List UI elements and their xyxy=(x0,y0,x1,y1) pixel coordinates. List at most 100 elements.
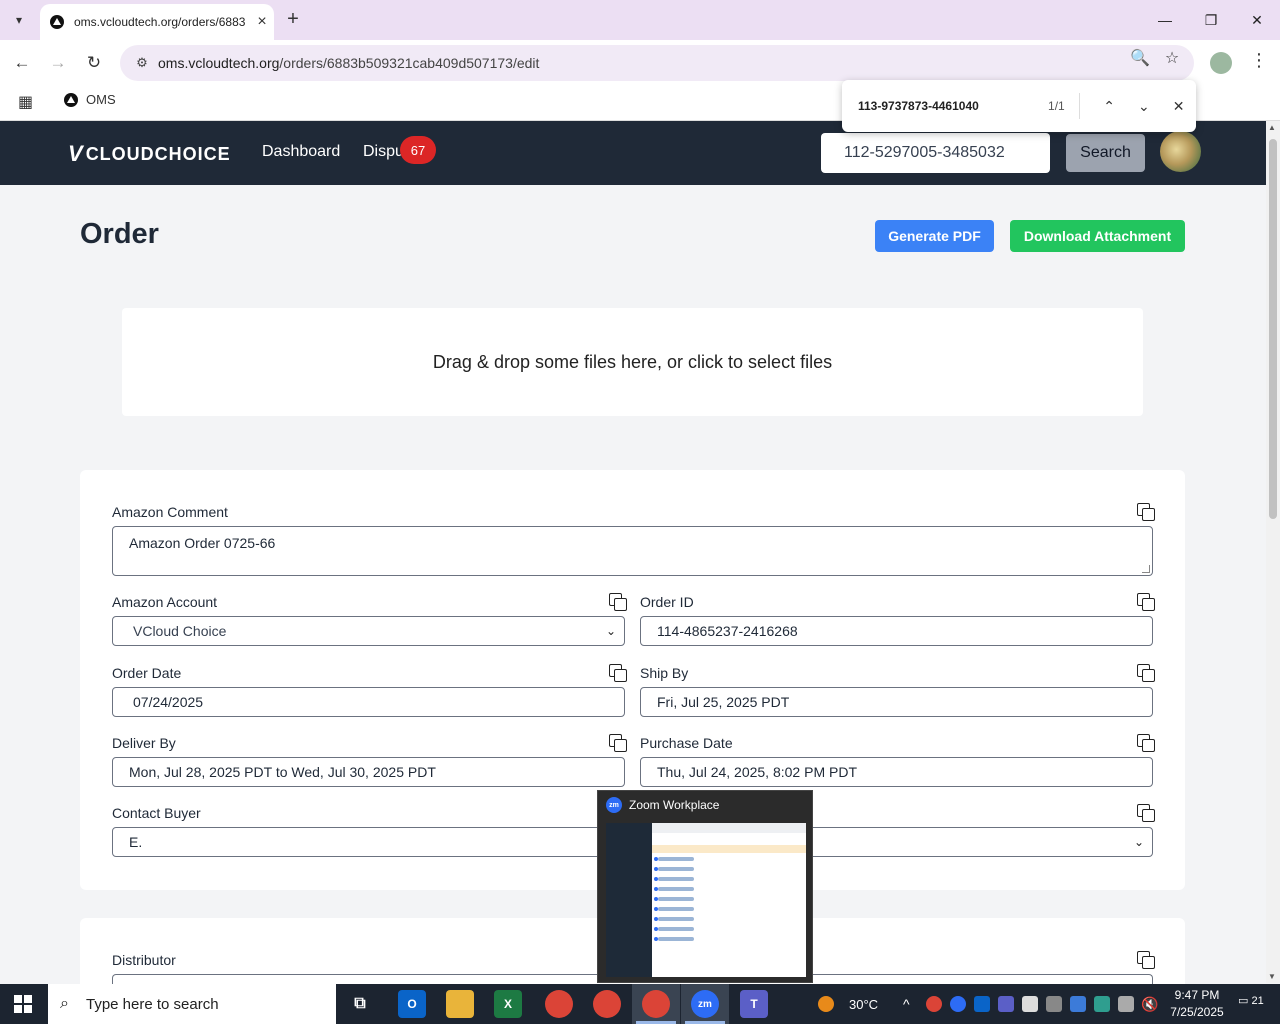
generate-pdf-button[interactable]: Generate PDF xyxy=(875,220,994,252)
find-bar: 113-9737873-4461040 1/1 ⌃ ⌄ ✕ xyxy=(842,80,1196,132)
cloudchoice-logo[interactable]: V CLOUDCHOICE xyxy=(68,141,231,167)
chrome-icon[interactable] xyxy=(642,990,670,1018)
tray-app-icon[interactable] xyxy=(1070,996,1086,1012)
thumb-row xyxy=(658,867,694,871)
copy-icon[interactable] xyxy=(1137,804,1155,822)
apps-grid-icon[interactable]: ▦ xyxy=(18,92,33,112)
url-text[interactable]: oms.vcloudtech.org/orders/6883b509321cab… xyxy=(158,55,539,71)
ship-by-field[interactable]: Fri, Jul 25, 2025 PDT xyxy=(640,687,1153,717)
bookmark-star-icon[interactable]: ☆ xyxy=(1160,46,1184,70)
address-bar[interactable]: ⚙ oms.vcloudtech.org/orders/6883b509321c… xyxy=(120,45,1194,81)
resize-grip-icon[interactable] xyxy=(1142,565,1150,573)
find-input[interactable]: 113-9737873-4461040 xyxy=(858,99,1020,113)
scrollbar-thumb[interactable] xyxy=(1269,139,1277,519)
task-view-icon[interactable]: ⧉ xyxy=(346,990,374,1018)
user-avatar[interactable] xyxy=(1160,131,1201,172)
copy-icon[interactable] xyxy=(1137,734,1155,752)
zoom-taskbar-icon[interactable]: zm xyxy=(691,990,719,1018)
clock-date: 7/25/2025 xyxy=(1170,1005,1224,1019)
browser-tab-active[interactable]: oms.vcloudtech.org/orders/6883 × xyxy=(40,4,274,40)
zoom-logo-icon: zm xyxy=(606,797,622,813)
outlook-icon[interactable]: O xyxy=(398,990,426,1018)
amazon-account-value: VCloud Choice xyxy=(133,623,227,639)
ship-by-label: Ship By xyxy=(640,665,689,681)
volume-icon[interactable]: 🔇 xyxy=(1141,984,1158,1024)
find-match-count: 1/1 xyxy=(1048,99,1065,113)
find-next-icon[interactable]: ⌄ xyxy=(1126,98,1161,115)
zoom-taskbar-preview[interactable]: zm Zoom Workplace xyxy=(597,790,813,983)
copy-icon[interactable] xyxy=(609,593,627,611)
file-dropzone[interactable]: Drag & drop some files here, or click to… xyxy=(122,308,1143,416)
teams-icon[interactable]: T xyxy=(740,990,768,1018)
chrome-tray-icon[interactable] xyxy=(926,996,942,1012)
copy-icon[interactable] xyxy=(1137,503,1155,521)
amazon-comment-value: Amazon Order 0725-66 xyxy=(129,535,276,551)
reload-icon[interactable]: ↻ xyxy=(81,50,107,76)
excel-icon[interactable]: X xyxy=(494,990,522,1018)
zoom-tray-icon[interactable] xyxy=(950,996,966,1012)
search-icon: ⌕ xyxy=(60,995,69,1012)
scroll-up-icon[interactable]: ▲ xyxy=(1268,123,1276,132)
chrome-icon[interactable] xyxy=(545,990,573,1018)
amazon-comment-textarea[interactable]: Amazon Order 0725-66 xyxy=(112,526,1153,576)
forward-icon[interactable]: → xyxy=(45,50,71,76)
windows-taskbar: ⌕ Type here to search ⧉ O X zm T 30°C ^ … xyxy=(0,984,1280,1024)
tray-overflow-icon[interactable]: ^ xyxy=(903,984,910,1024)
copy-icon[interactable] xyxy=(609,664,627,682)
copy-icon[interactable] xyxy=(609,734,627,752)
new-tab-icon[interactable]: + xyxy=(282,8,304,30)
nav-dashboard[interactable]: Dashboard xyxy=(262,143,340,161)
contact-buyer-field[interactable]: E. xyxy=(112,827,625,857)
deliver-by-label: Deliver By xyxy=(112,735,176,751)
tab-search-icon[interactable]: ▾ xyxy=(6,7,32,33)
zoom-preview-title: Zoom Workplace xyxy=(629,798,720,812)
copy-icon[interactable] xyxy=(1137,664,1155,682)
nav-disputes[interactable]: Dispu xyxy=(363,143,404,161)
zoom-window-thumbnail[interactable] xyxy=(606,823,806,977)
taskbar-search-box[interactable]: ⌕ Type here to search xyxy=(48,984,336,1024)
weather-icon[interactable] xyxy=(818,996,834,1012)
purchase-date-label: Purchase Date xyxy=(640,735,733,751)
chrome-icon[interactable] xyxy=(593,990,621,1018)
site-info-icon[interactable]: ⚙ xyxy=(126,55,158,71)
find-close-icon[interactable]: ✕ xyxy=(1161,98,1196,115)
order-search-input[interactable] xyxy=(821,133,1050,173)
deliver-by-field[interactable]: Mon, Jul 28, 2025 PDT to Wed, Jul 30, 20… xyxy=(112,757,625,787)
thumb-sidebar xyxy=(606,823,652,977)
search-button[interactable]: Search xyxy=(1066,134,1145,172)
notification-center-icon[interactable]: ▭ 21 xyxy=(1238,994,1264,1007)
chevron-down-icon: ⌄ xyxy=(605,624,616,638)
amazon-comment-label: Amazon Comment xyxy=(112,504,228,520)
back-icon[interactable]: ← xyxy=(9,50,35,76)
contact-buyer-label: Contact Buyer xyxy=(112,805,201,821)
find-in-page-icon[interactable]: 🔍 xyxy=(1128,46,1152,70)
find-previous-icon[interactable]: ⌃ xyxy=(1092,98,1127,115)
purchase-date-field[interactable]: Thu, Jul 24, 2025, 8:02 PM PDT xyxy=(640,757,1153,787)
network-icon[interactable] xyxy=(1118,996,1134,1012)
amazon-account-select[interactable]: VCloud Choice ⌄ xyxy=(112,616,625,646)
download-attachment-button[interactable]: Download Attachment xyxy=(1010,220,1185,252)
copy-icon[interactable] xyxy=(1137,951,1155,969)
taskbar-clock[interactable]: 9:47 PM 7/25/2025 xyxy=(1160,987,1234,1021)
close-tab-icon[interactable]: × xyxy=(250,13,274,31)
bookmark-oms[interactable]: OMS xyxy=(64,92,116,107)
browser-menu-icon[interactable]: ⋮ xyxy=(1250,50,1268,71)
copy-icon[interactable] xyxy=(1137,593,1155,611)
tray-app-icon[interactable] xyxy=(1046,996,1062,1012)
close-window-icon[interactable]: ✕ xyxy=(1234,0,1280,40)
tray-app-icon[interactable] xyxy=(1022,996,1038,1012)
tray-app-icon[interactable] xyxy=(1094,996,1110,1012)
file-explorer-icon[interactable] xyxy=(446,990,474,1018)
thumb-row xyxy=(658,897,694,901)
teams-tray-icon[interactable] xyxy=(998,996,1014,1012)
outlook-tray-icon[interactable] xyxy=(974,996,990,1012)
minimize-icon[interactable]: — xyxy=(1142,0,1188,40)
profile-icon[interactable] xyxy=(1210,52,1232,74)
restore-icon[interactable]: ❐ xyxy=(1188,0,1234,40)
page-scrollbar[interactable]: ▲ ▼ xyxy=(1266,121,1280,983)
weather-temp[interactable]: 30°C xyxy=(849,984,878,1024)
windows-start-icon[interactable] xyxy=(14,995,32,1013)
order-id-field[interactable]: 114-4865237-2416268 xyxy=(640,616,1153,646)
scroll-down-icon[interactable]: ▼ xyxy=(1268,972,1276,981)
order-date-field[interactable]: 07/24/2025 xyxy=(112,687,625,717)
